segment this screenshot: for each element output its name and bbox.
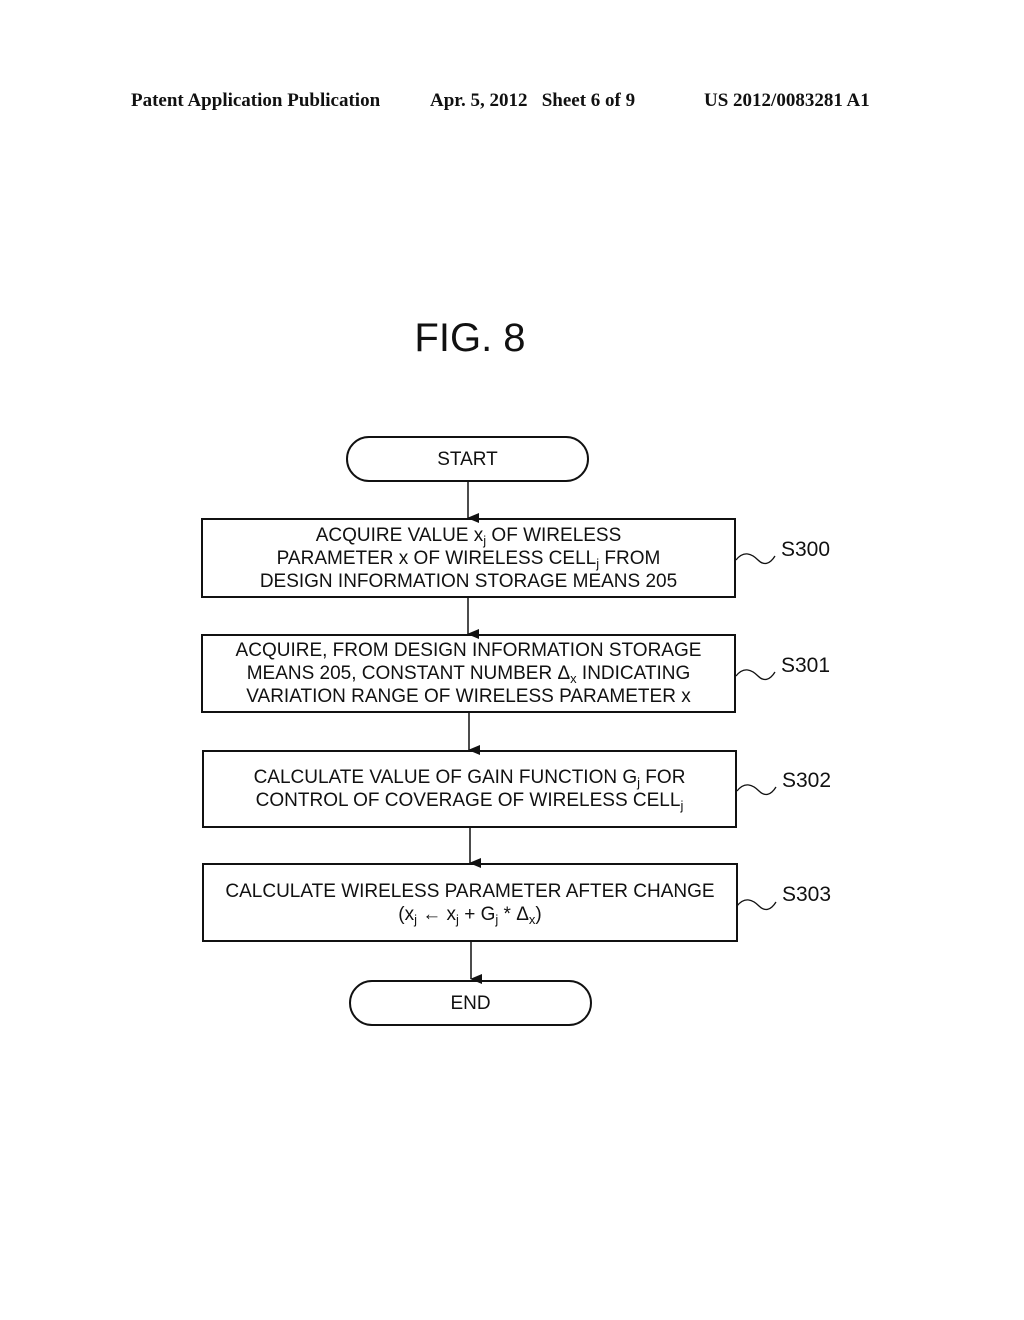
s301-line-3: VARIATION RANGE OF WIRELESS PARAMETER x bbox=[246, 686, 691, 707]
s301-line-1: ACQUIRE, FROM DESIGN INFORMATION STORAGE bbox=[235, 640, 702, 661]
end-label: END bbox=[450, 992, 491, 1014]
s300-line-1: ACQUIRE VALUE xj OF WIRELESS bbox=[315, 524, 622, 548]
step-label-s300: S300 bbox=[781, 538, 831, 561]
squiggle-s303 bbox=[736, 899, 777, 911]
s302-line-2: CONTROL OF COVERAGE OF WIRELESS CELLj bbox=[255, 790, 684, 813]
process-step-s303: CALCULATE WIRELESS PARAMETER AFTER CHANG… bbox=[202, 863, 738, 942]
process-step-s301: ACQUIRE, FROM DESIGN INFORMATION STORAGE… bbox=[201, 634, 736, 713]
step-label-s303: S303 bbox=[782, 883, 832, 906]
s302-line-1: CALCULATE VALUE OF GAIN FUNCTION Gj FOR bbox=[253, 767, 686, 790]
end-terminal: END bbox=[349, 980, 592, 1026]
s303-line-1: CALCULATE WIRELESS PARAMETER AFTER CHANG… bbox=[225, 880, 715, 902]
start-label: START bbox=[437, 448, 498, 470]
s300-line-3: DESIGN INFORMATION STORAGE MEANS 205 bbox=[259, 570, 678, 592]
step-label-s301: S301 bbox=[781, 654, 831, 677]
s303-formula: (xj ← xj + Gj * Δx) bbox=[398, 903, 542, 927]
step-label-s302: S302 bbox=[782, 769, 832, 792]
squiggle-s300 bbox=[735, 553, 776, 565]
squiggle-s301 bbox=[735, 669, 776, 681]
squiggle-s302 bbox=[736, 784, 777, 796]
process-step-s302: CALCULATE VALUE OF GAIN FUNCTION Gj FOR … bbox=[202, 750, 737, 828]
start-terminal: START bbox=[346, 436, 589, 482]
process-step-s300: ACQUIRE VALUE xj OF WIRELESS PARAMETER x… bbox=[201, 518, 736, 598]
s301-line-2: MEANS 205, CONSTANT NUMBER Δx INDICATING bbox=[246, 663, 691, 686]
s300-line-2: PARAMETER x OF WIRELESS CELLj FROM bbox=[276, 547, 661, 571]
